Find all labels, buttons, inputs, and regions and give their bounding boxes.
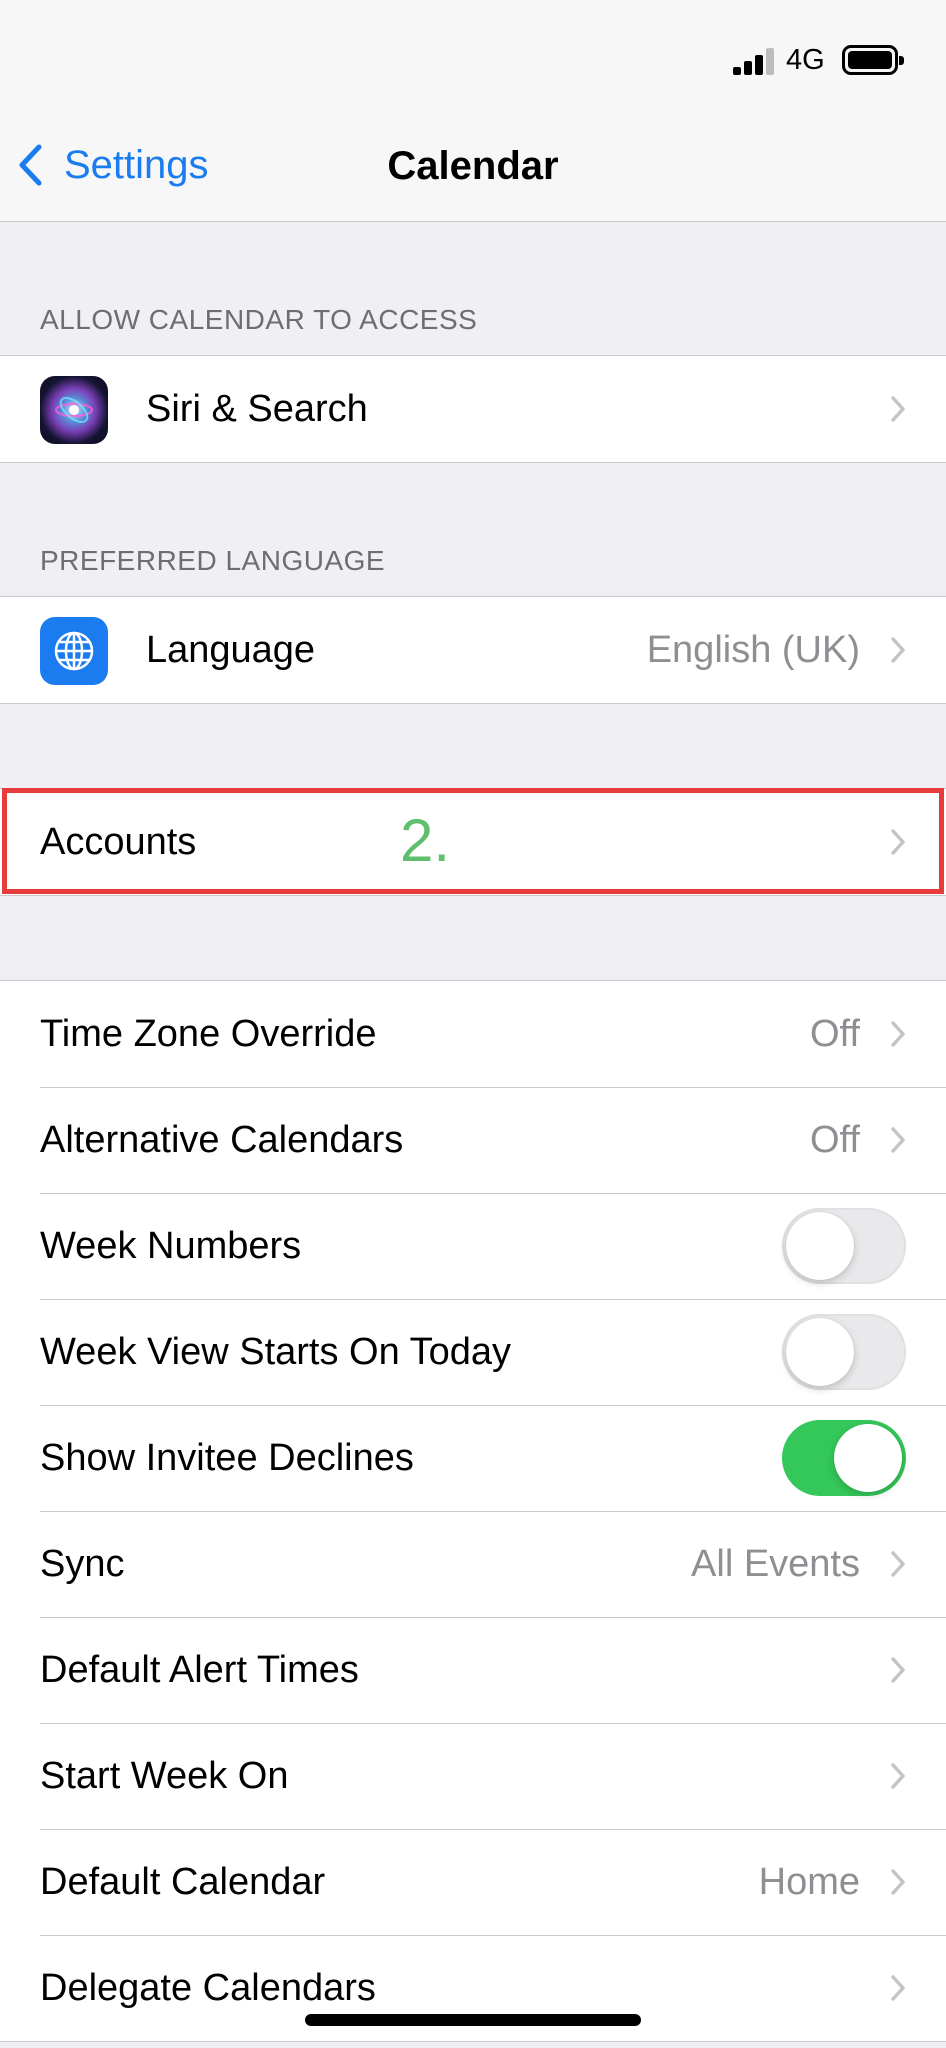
accounts-label: Accounts bbox=[40, 820, 197, 863]
default-alert-times-row[interactable]: Default Alert Times bbox=[0, 1617, 946, 1723]
status-bar: 4G bbox=[0, 0, 946, 110]
access-group: Siri & Search bbox=[0, 355, 946, 463]
language-value: English (UK) bbox=[646, 628, 860, 671]
calendar-settings-group: Time Zone Override Off Alternative Calen… bbox=[0, 980, 946, 2042]
chevron-right-icon bbox=[891, 1127, 905, 1153]
time-zone-override-label: Time Zone Override bbox=[40, 1012, 377, 1055]
invitee-declines-toggle[interactable] bbox=[782, 1420, 906, 1496]
section-header-access: ALLOW CALENDAR TO ACCESS bbox=[40, 304, 478, 335]
chevron-right-icon bbox=[891, 829, 905, 855]
language-group: Language English (UK) bbox=[0, 596, 946, 704]
accounts-row[interactable]: Accounts bbox=[0, 789, 946, 895]
chevron-right-icon bbox=[891, 637, 905, 663]
delegate-calendars-label: Delegate Calendars bbox=[40, 1966, 376, 2009]
navigation-bar: Settings Calendar bbox=[0, 110, 946, 222]
week-numbers-row: Week Numbers bbox=[0, 1193, 946, 1299]
globe-icon bbox=[40, 617, 108, 685]
chevron-right-icon bbox=[891, 1975, 905, 2001]
week-numbers-toggle[interactable] bbox=[782, 1208, 906, 1284]
default-calendar-value: Home bbox=[758, 1860, 860, 1903]
siri-search-label: Siri & Search bbox=[146, 387, 368, 430]
accounts-group: Accounts bbox=[0, 788, 946, 896]
start-week-on-label: Start Week On bbox=[40, 1754, 289, 1797]
sync-value: All Events bbox=[691, 1542, 860, 1585]
time-zone-override-row[interactable]: Time Zone Override Off bbox=[0, 981, 946, 1087]
week-view-starts-row: Week View Starts On Today bbox=[0, 1299, 946, 1405]
cellular-signal-icon bbox=[733, 47, 777, 75]
time-zone-override-value: Off bbox=[810, 1012, 860, 1055]
week-numbers-label: Week Numbers bbox=[40, 1224, 302, 1267]
section-header-language: PREFERRED LANGUAGE bbox=[40, 545, 386, 576]
language-row[interactable]: Language English (UK) bbox=[0, 597, 946, 703]
chevron-right-icon bbox=[891, 1551, 905, 1577]
chevron-right-icon bbox=[891, 1869, 905, 1895]
alternative-calendars-row[interactable]: Alternative Calendars Off bbox=[0, 1087, 946, 1193]
annotation-step-label: 2. bbox=[400, 807, 451, 874]
language-label: Language bbox=[146, 628, 316, 671]
network-type: 4G bbox=[786, 44, 825, 76]
sync-row[interactable]: Sync All Events bbox=[0, 1511, 946, 1617]
chevron-right-icon bbox=[891, 1657, 905, 1683]
week-view-starts-label: Week View Starts On Today bbox=[40, 1330, 512, 1373]
chevron-right-icon bbox=[891, 396, 905, 422]
battery-icon bbox=[842, 45, 904, 75]
alternative-calendars-label: Alternative Calendars bbox=[40, 1118, 404, 1161]
alternative-calendars-value: Off bbox=[810, 1118, 860, 1161]
invitee-declines-label: Show Invitee Declines bbox=[40, 1436, 414, 1479]
siri-icon bbox=[40, 376, 108, 444]
page-title: Calendar bbox=[387, 144, 559, 188]
week-view-starts-toggle[interactable] bbox=[782, 1314, 906, 1390]
chevron-right-icon bbox=[891, 1763, 905, 1789]
sync-label: Sync bbox=[40, 1542, 125, 1585]
default-calendar-label: Default Calendar bbox=[40, 1860, 326, 1903]
default-alert-times-label: Default Alert Times bbox=[40, 1648, 359, 1691]
start-week-on-row[interactable]: Start Week On bbox=[0, 1723, 946, 1829]
home-indicator[interactable] bbox=[305, 2014, 641, 2026]
default-calendar-row[interactable]: Default Calendar Home bbox=[0, 1829, 946, 1935]
chevron-right-icon bbox=[891, 1021, 905, 1047]
invitee-declines-row: Show Invitee Declines bbox=[0, 1405, 946, 1511]
siri-search-row[interactable]: Siri & Search bbox=[0, 356, 946, 462]
